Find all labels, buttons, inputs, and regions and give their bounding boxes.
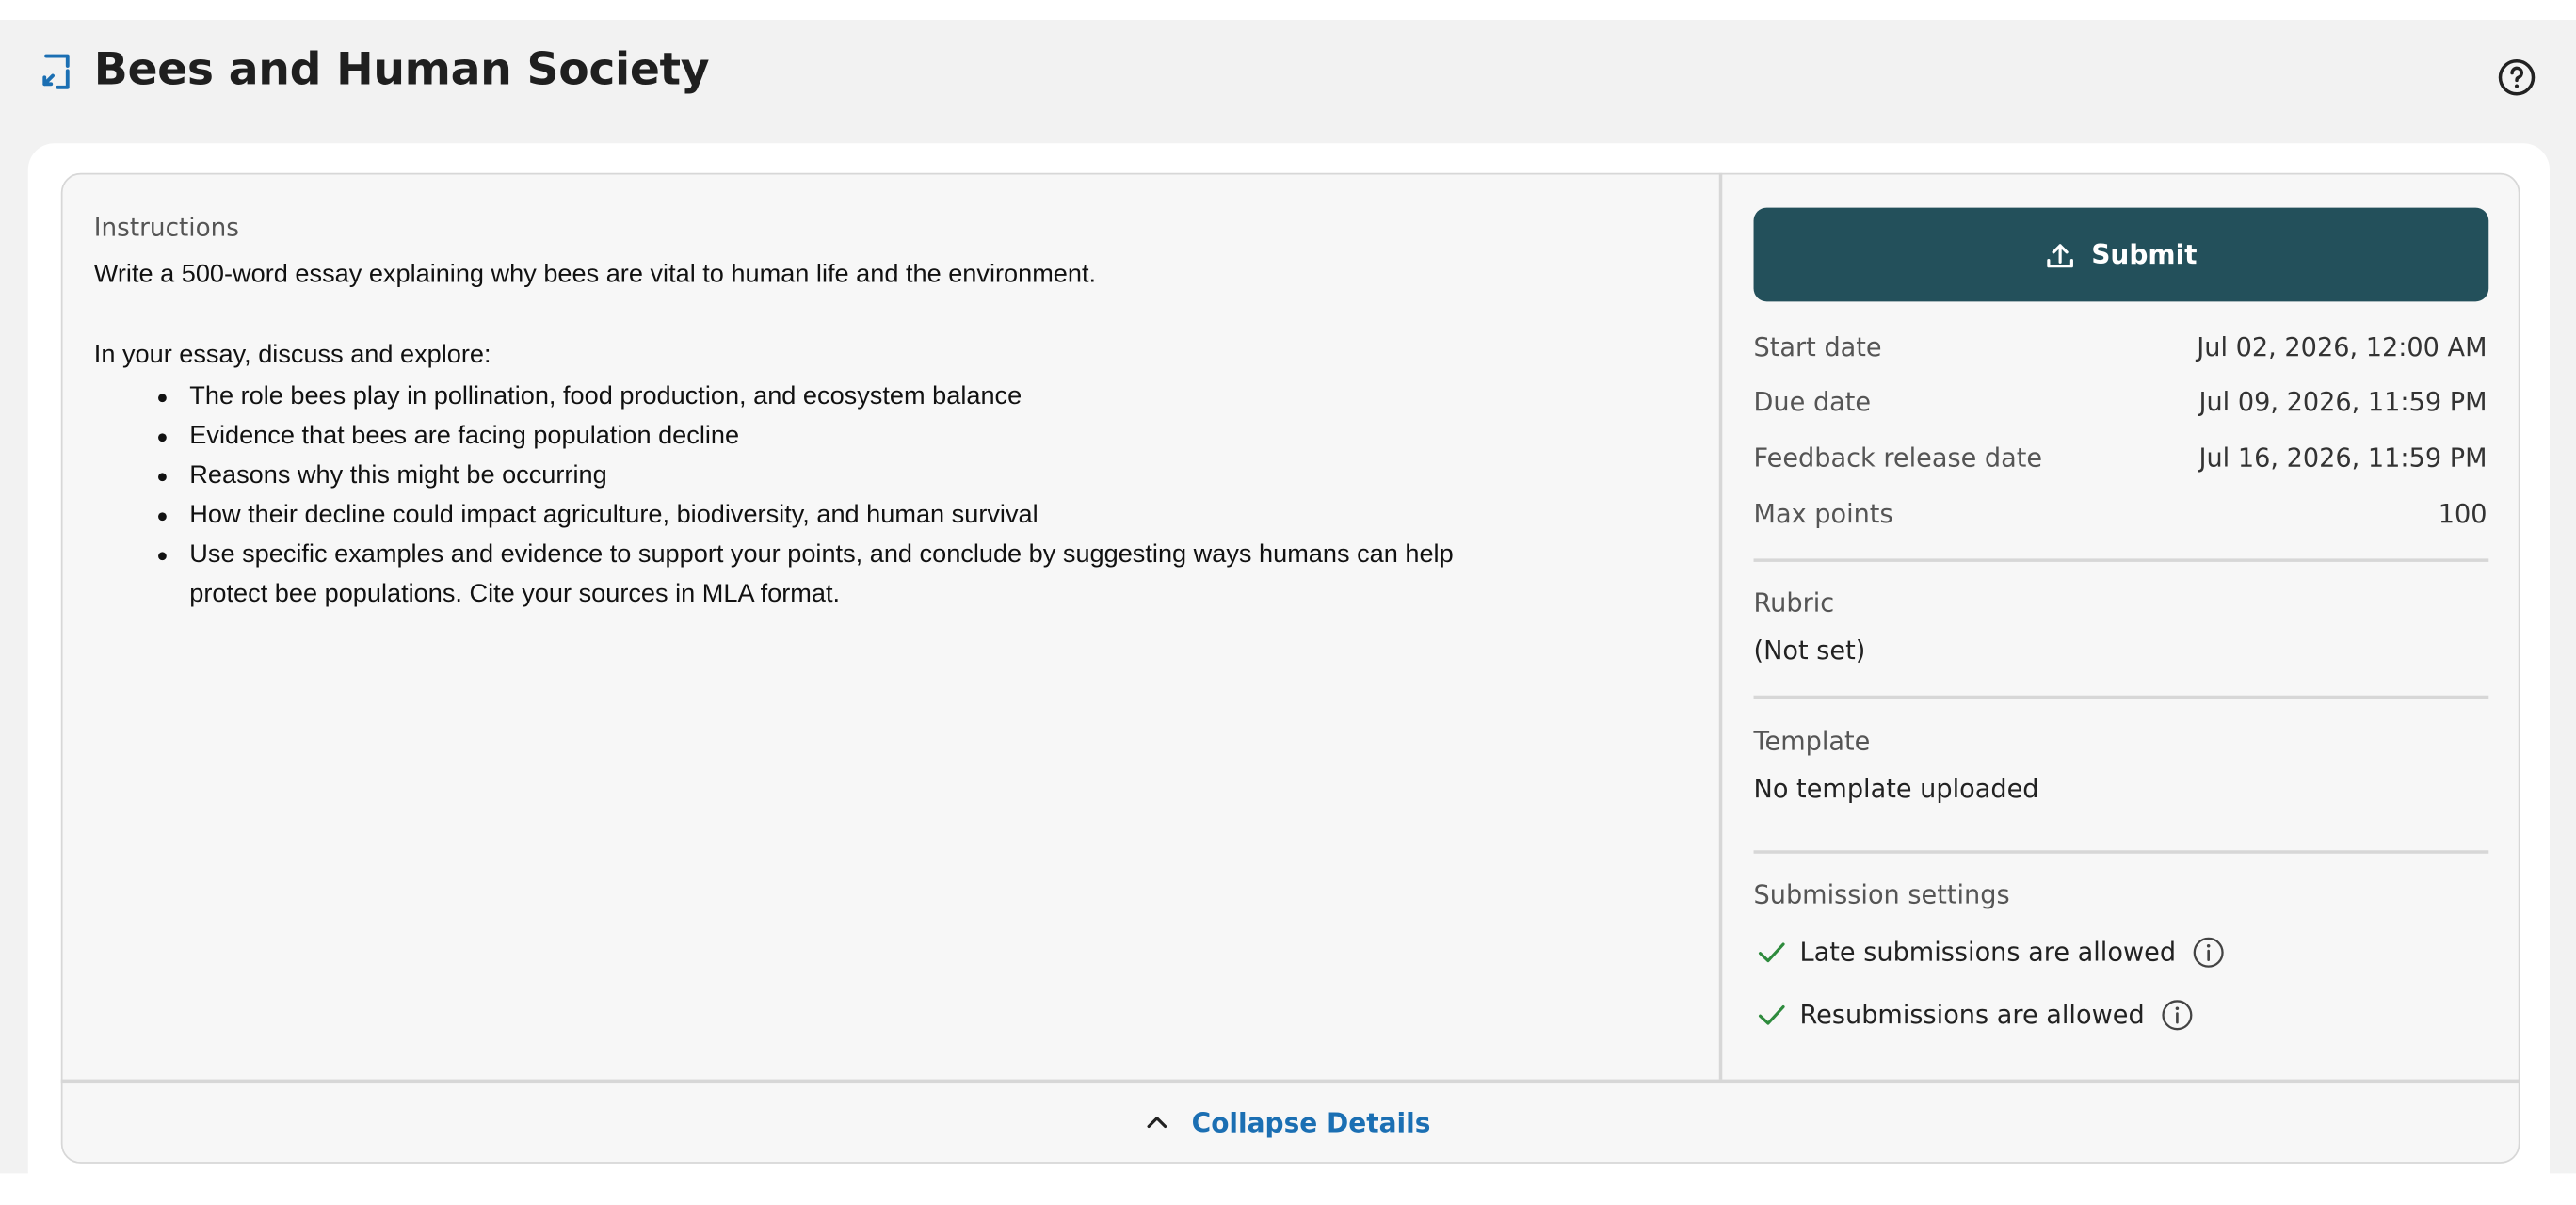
due-date-value: Jul 09, 2026, 11:59 PM [2198,387,2487,417]
instructions-label: Instructions [93,212,240,243]
column-divider [1718,172,1722,1080]
rubric-value: (Not set) [1753,635,1866,667]
due-date-label: Due date [1753,387,1872,417]
bullet-dot [158,473,167,482]
instructions-intro: Write a 500-word essay explaining why be… [93,260,1097,289]
feedback-release-date-value: Jul 16, 2026, 11:59 PM [2198,442,2487,474]
start-date-value: Jul 02, 2026, 12:00 AM [2197,332,2487,363]
bullet-dot [158,394,167,403]
bullet-dot [158,512,167,522]
rubric-label: Rubric [1753,587,1835,619]
assignment-link-icon [42,54,70,89]
top-strip [0,0,2576,21]
section-divider [1753,558,2489,562]
resubmissions-setting: Resubmissions are allowed [1757,999,2194,1032]
bullet-item: Reasons why this might be occurring [189,461,607,490]
max-points-value: 100 [2438,499,2487,529]
upload-icon [2047,243,2073,267]
collapse-details-button[interactable]: Collapse Details [0,1081,2576,1164]
bullet-dot [158,433,167,442]
bullet-item: The role bees play in pollination, food … [189,382,1022,410]
bullet-item: Use specific examples and evidence to su… [189,540,1454,569]
max-points-label: Max points [1753,499,1893,529]
info-icon[interactable] [2193,936,2226,969]
bullet-dot [158,552,167,561]
section-divider [1753,695,2489,699]
bullet-item: Evidence that bees are facing population… [189,422,740,450]
instructions-discuss-heading: In your essay, discuss and explore: [93,341,491,370]
collapse-details-label: Collapse Details [1191,1106,1431,1138]
check-icon [1758,942,1785,963]
info-icon[interactable] [2161,999,2194,1032]
resubmissions-text: Resubmissions are allowed [1799,1000,2145,1031]
feedback-release-date-label: Feedback release date [1753,442,2043,474]
template-label: Template [1753,726,1871,757]
late-submissions-text: Late submissions are allowed [1799,938,2177,968]
late-submissions-setting: Late submissions are allowed [1757,936,2226,969]
submission-settings-label: Submission settings [1753,879,2010,910]
submit-button[interactable]: Submit [1753,207,2489,302]
page-title: Bees and Human Society [93,44,710,96]
help-circle-icon[interactable] [2497,57,2536,97]
template-value: No template uploaded [1753,774,2039,805]
bullet-item: How their decline could impact agricultu… [189,501,1038,529]
section-divider [1753,850,2489,853]
submit-label: Submit [2091,238,2198,271]
check-icon [1758,1004,1785,1025]
chevron-up-icon [1147,1117,1167,1129]
assignment-page: Bees and Human Society Instructions Writ… [0,0,2576,1205]
start-date-label: Start date [1753,332,1882,363]
bullet-item-continuation: protect bee populations. Cite your sourc… [189,580,841,608]
